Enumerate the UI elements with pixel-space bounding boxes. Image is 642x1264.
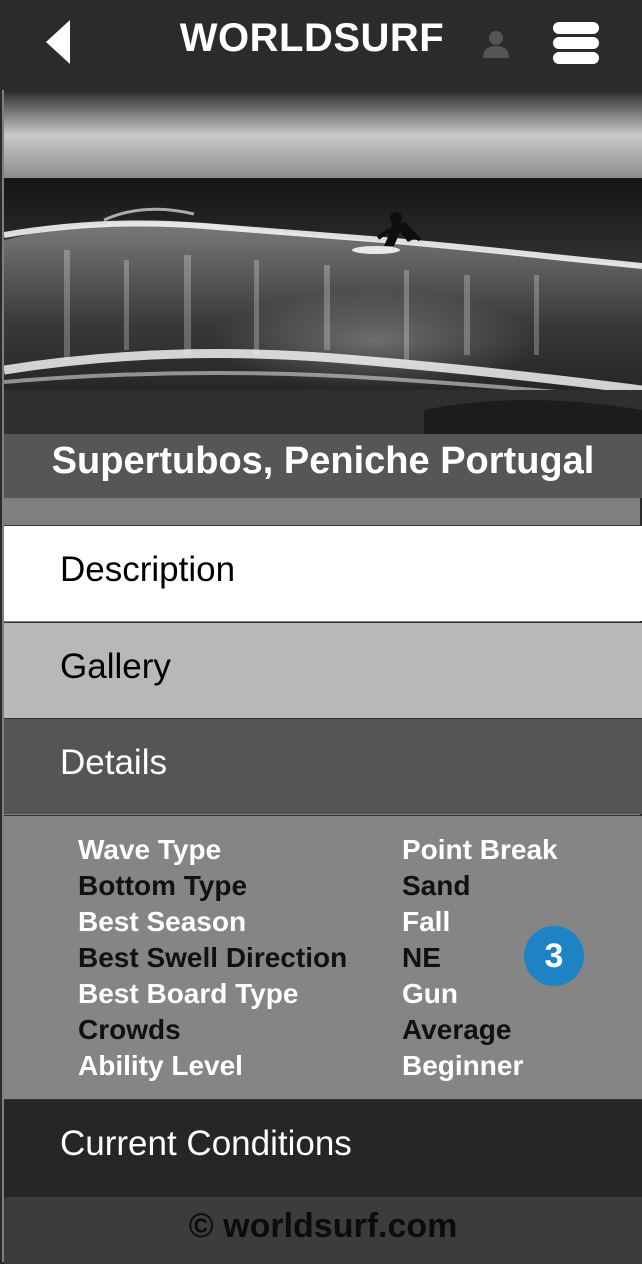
detail-key: Wave Type: [78, 834, 222, 865]
footer: © worldsurf.com: [4, 1197, 642, 1264]
user-icon: [483, 31, 509, 58]
hamburger-menu-icon: [553, 52, 599, 64]
details-section-header[interactable]: Details: [4, 718, 642, 814]
hero-image: [4, 90, 642, 434]
spot-title-bar: Supertubos, Peniche Portugal: [4, 434, 642, 498]
description-section-header[interactable]: Description: [4, 525, 642, 621]
detail-key: Crowds: [78, 1014, 181, 1045]
detail-value: Average: [402, 1014, 512, 1045]
current-conditions-label: Current Conditions: [60, 1124, 352, 1163]
spot-title: Supertubos, Peniche Portugal: [51, 440, 595, 482]
back-button[interactable]: [42, 18, 82, 68]
detail-value: Beginner: [402, 1050, 524, 1081]
user-button[interactable]: [480, 28, 512, 60]
detail-value: Point Break: [402, 834, 558, 865]
detail-row-bottom-type: Bottom Type Sand: [4, 870, 642, 906]
detail-key: Best Board Type: [78, 978, 299, 1009]
current-conditions-section-header[interactable]: Current Conditions: [4, 1099, 642, 1197]
detail-key: Best Season: [78, 906, 247, 937]
surf-photo: [4, 90, 642, 434]
detail-value: Fall: [402, 906, 451, 937]
detail-value: NE: [402, 942, 441, 973]
app-frame: WORLDSURF Supertubos, Peniche Portugal D…: [0, 0, 642, 1264]
annotation-badge: 3: [524, 926, 584, 986]
description-label: Description: [60, 550, 236, 589]
app-title: WORLDSURF: [179, 16, 445, 60]
detail-key: Ability Level: [78, 1050, 243, 1081]
details-panel: Wave Type Point Break Bottom Type Sand B…: [4, 815, 642, 1099]
back-arrow-icon: [46, 20, 70, 64]
hamburger-menu-button[interactable]: [553, 22, 601, 66]
gallery-section-header[interactable]: Gallery: [4, 622, 642, 718]
gallery-label: Gallery: [60, 647, 171, 686]
detail-key: Bottom Type: [78, 870, 248, 901]
detail-row-ability-level: Ability Level Beginner: [4, 1050, 642, 1086]
detail-key: Best Swell Direction: [78, 942, 348, 973]
details-label: Details: [60, 743, 167, 782]
hamburger-menu-icon: [553, 37, 599, 49]
detail-value: Sand: [402, 870, 471, 901]
copyright-link[interactable]: © worldsurf.com: [4, 1207, 642, 1246]
header-bar: WORLDSURF: [2, 2, 642, 90]
hamburger-menu-icon: [553, 22, 599, 34]
detail-value: Gun: [402, 978, 458, 1009]
detail-row-crowds: Crowds Average: [4, 1014, 642, 1050]
detail-row-wave-type: Wave Type Point Break: [4, 834, 642, 870]
